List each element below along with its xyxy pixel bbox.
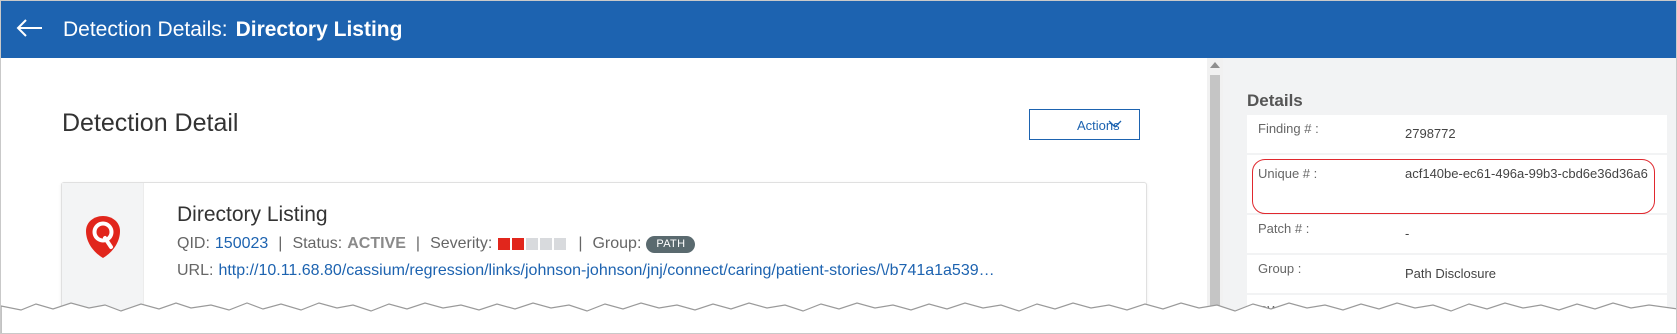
detail-row-finding: Finding # : 2798772 bbox=[1247, 115, 1667, 155]
severity-indicator bbox=[498, 238, 568, 250]
page-header-title: Detection Details: Directory Listing bbox=[63, 18, 402, 42]
actions-dropdown-button[interactable]: Actions bbox=[1029, 109, 1140, 140]
detail-label: Finding # : bbox=[1258, 121, 1319, 136]
header-bar: Detection Details: Directory Listing bbox=[1, 1, 1676, 58]
severity-label: Severity: bbox=[430, 235, 493, 252]
meta-separator: | bbox=[578, 235, 583, 252]
detail-value: Path Disclosure bbox=[1405, 266, 1497, 281]
scroll-thumb[interactable] bbox=[1210, 75, 1220, 333]
main-content: Detection Detail Actions Directory Listi… bbox=[1, 58, 1201, 333]
qualys-shield-logo bbox=[86, 216, 120, 258]
severity-square-filled bbox=[498, 238, 511, 250]
url-label: URL: bbox=[177, 262, 214, 279]
severity-square-empty bbox=[540, 238, 553, 250]
severity-square-empty bbox=[554, 238, 567, 250]
detail-row-group: Group : Path Disclosure bbox=[1247, 255, 1667, 295]
back-button[interactable] bbox=[15, 15, 49, 45]
detection-title: Directory Listing bbox=[177, 203, 328, 226]
scroll-up-arrow-icon[interactable] bbox=[1210, 62, 1220, 68]
qid-link[interactable]: 150023 bbox=[215, 235, 268, 253]
severity-square-empty bbox=[526, 238, 539, 250]
detail-value: - bbox=[1405, 226, 1410, 241]
detail-row-patch: Patch # : - bbox=[1247, 215, 1667, 255]
url-link[interactable]: http://10.11.68.80/cassium/regression/li… bbox=[218, 262, 994, 279]
detail-value: 2798772 bbox=[1405, 126, 1456, 141]
detail-label: Group : bbox=[1258, 261, 1302, 276]
group-label: Group: bbox=[592, 235, 642, 252]
detection-meta: QID: 150023 | Status: ACTIVE | Severity:… bbox=[177, 235, 696, 253]
status-value: ACTIVE bbox=[347, 235, 406, 252]
meta-separator: | bbox=[415, 235, 421, 252]
main-scrollbar[interactable] bbox=[1207, 58, 1223, 333]
arrow-left-icon bbox=[16, 19, 42, 37]
detection-summary-card: Directory Listing QID: 150023 | Status: … bbox=[61, 182, 1147, 314]
details-title: Details bbox=[1247, 91, 1303, 110]
qid-label: QID: bbox=[177, 235, 210, 252]
header-title-name: Directory Listing bbox=[235, 18, 403, 41]
meta-separator: | bbox=[278, 235, 283, 252]
chevron-down-icon bbox=[1108, 120, 1122, 128]
status-label: Status: bbox=[292, 235, 343, 252]
detection-url: URL: http://10.11.68.80/cassium/regressio… bbox=[177, 262, 995, 280]
card-logo-panel bbox=[62, 183, 144, 313]
app-window: Detection Details: Directory Listing Dete… bbox=[0, 0, 1677, 334]
details-list: Finding # : 2798772 Unique # : acf140be-… bbox=[1247, 115, 1667, 327]
header-title-prefix: Detection Details: bbox=[63, 18, 228, 41]
torn-edge-decoration bbox=[1, 302, 1676, 333]
page-title: Detection Detail bbox=[62, 109, 239, 137]
unique-id-highlight bbox=[1252, 159, 1655, 214]
severity-square-filled bbox=[512, 238, 525, 250]
group-badge: PATH bbox=[646, 235, 696, 253]
detail-label: Patch # : bbox=[1258, 221, 1310, 236]
